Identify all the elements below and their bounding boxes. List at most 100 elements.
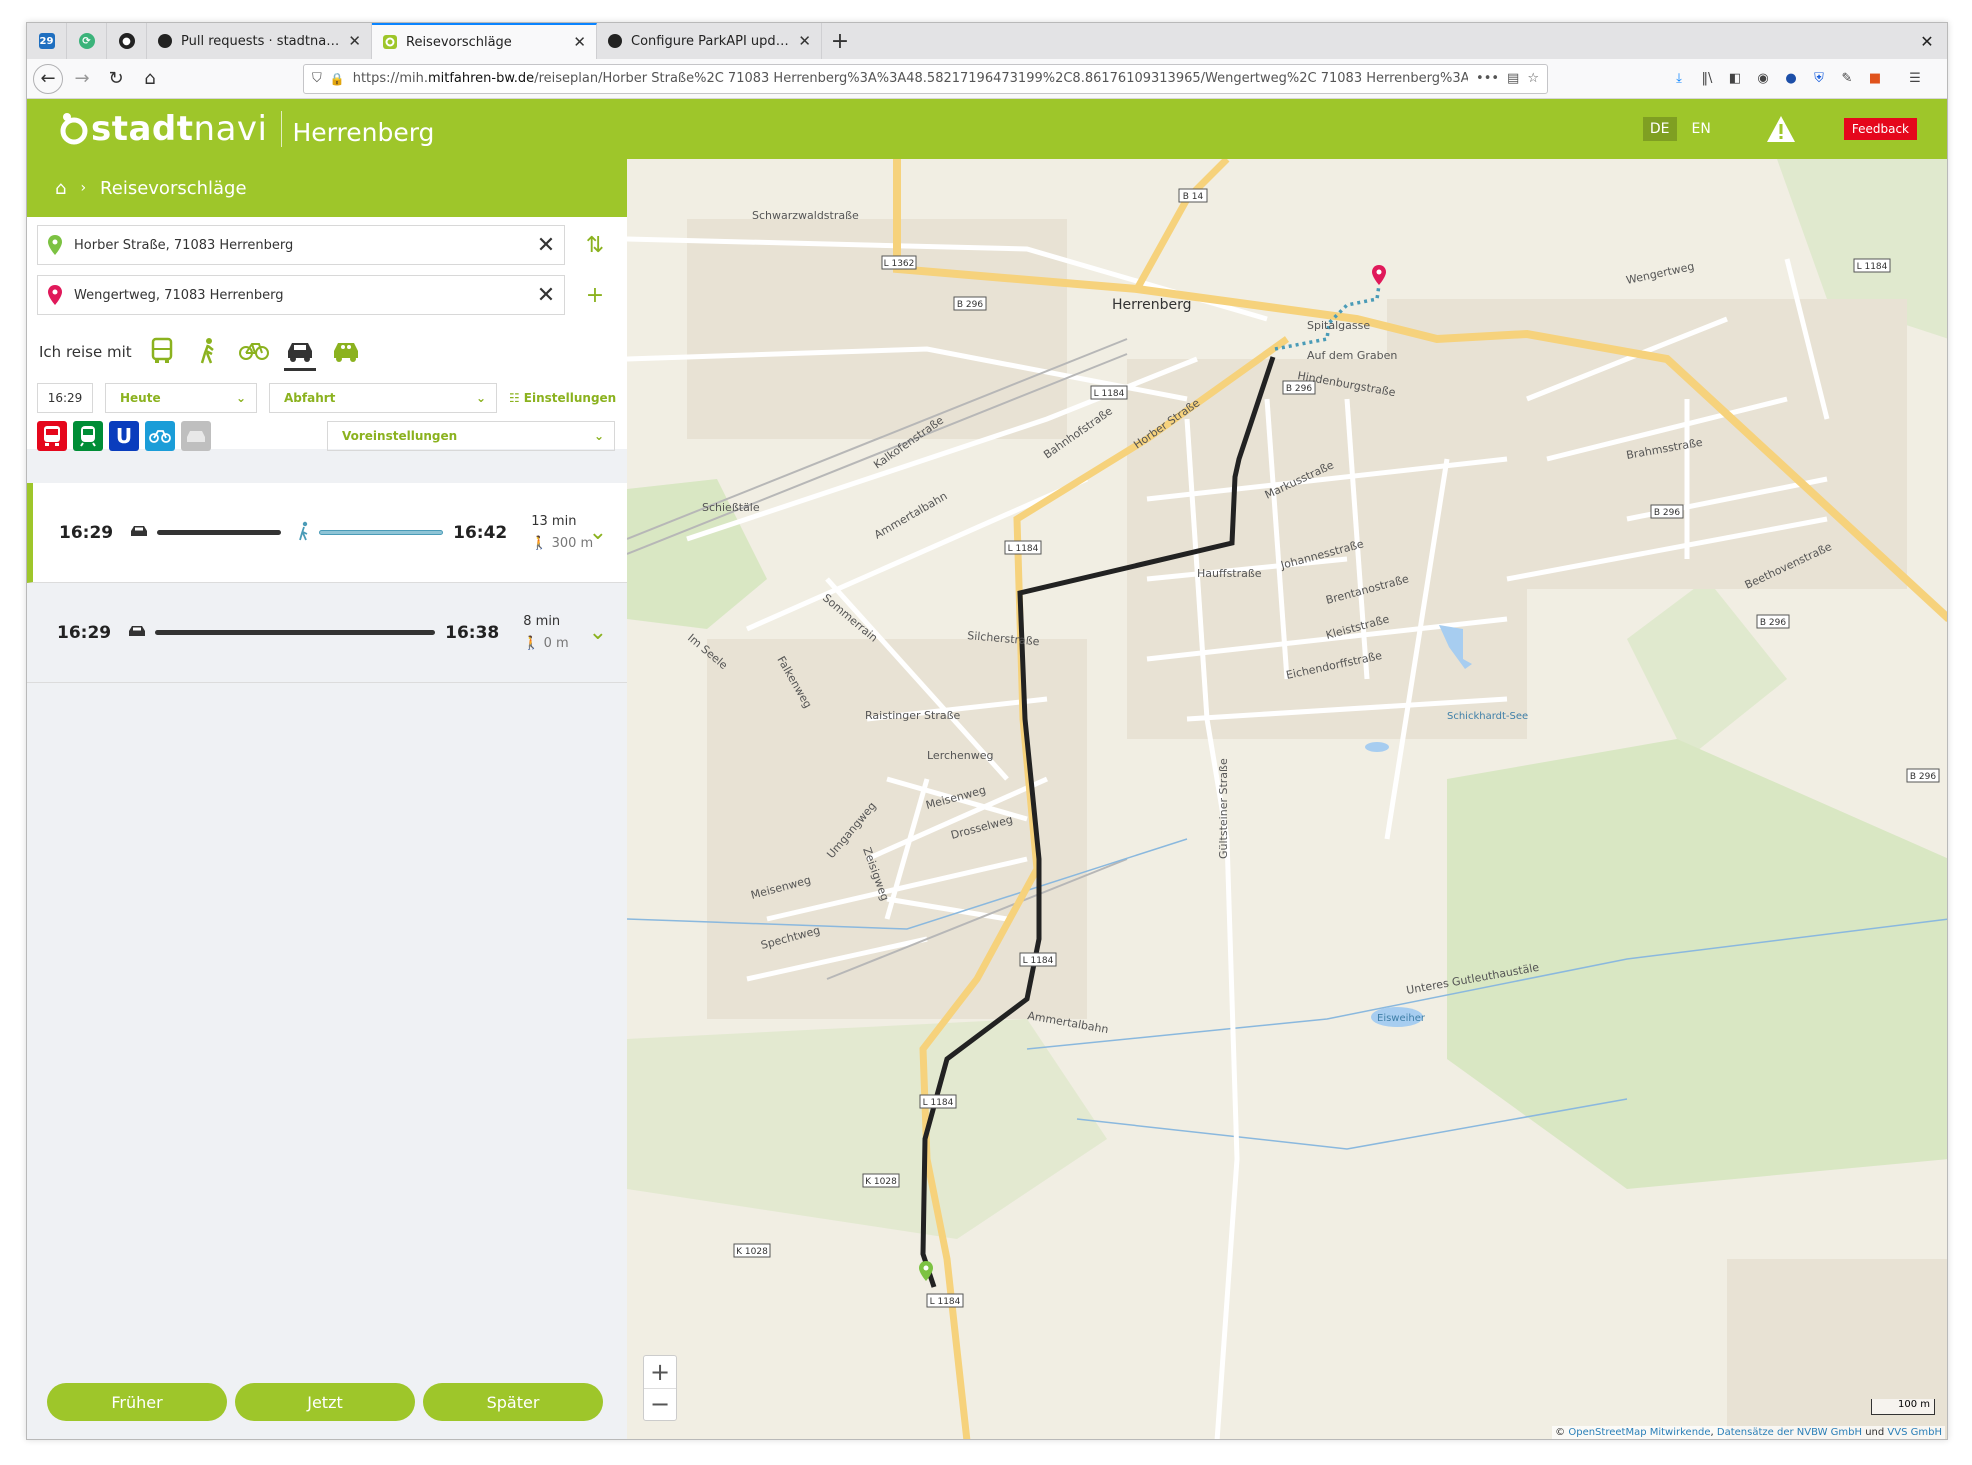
stadtnavi-logo[interactable]: stadtnavi Herrenberg — [57, 109, 434, 149]
expand-chevron-icon[interactable]: ⌄ — [589, 620, 607, 645]
reader-mode-icon[interactable]: ▤ — [1507, 71, 1519, 86]
day-select[interactable]: Heute ⌄ — [105, 383, 257, 413]
zoom-controls: + − — [643, 1355, 677, 1421]
label-schickhardtsee: Schickhardt-See — [1447, 711, 1528, 722]
travel-modes: Ich reise mit — [39, 337, 362, 371]
address-bar[interactable]: ⛉ 🔒 https://mih.mitfahren-bw.de/reisepla… — [303, 63, 1548, 94]
bus-mode-toggle[interactable] — [37, 421, 67, 451]
mode-walk[interactable] — [192, 337, 224, 371]
download-icon[interactable]: ⤓ — [1670, 70, 1688, 88]
url-text[interactable]: https://mih.mitfahren-bw.de/reiseplan/Ho… — [353, 71, 1468, 86]
bitwarden-icon[interactable]: ⛨ — [1810, 70, 1828, 88]
origin-value[interactable]: Horber Straße, 71083 Herrenberg — [74, 238, 516, 253]
library-icon[interactable]: ‖\ — [1698, 70, 1716, 88]
tab-configure-parkapi[interactable]: Configure ParkAPI updater ✕ — [597, 23, 822, 59]
settings-button[interactable]: ☷ Einstellungen — [509, 391, 616, 405]
departure-select[interactable]: Abfahrt ⌄ — [269, 383, 497, 413]
add-via-icon[interactable]: + — [577, 277, 613, 313]
bus-icon — [151, 337, 172, 363]
shield-b296: B 296 — [957, 300, 983, 310]
label-aufdemgraben: Auf dem Graben — [1307, 349, 1397, 362]
account-icon[interactable]: ◉ — [1754, 70, 1772, 88]
tab-bar: 29 ⟳ ● Pull requests · stadtnavi/dig ✕ R… — [27, 23, 1947, 59]
subway-mode-toggle[interactable]: U — [109, 421, 139, 451]
later-button[interactable]: Später — [423, 1383, 603, 1421]
origin-field[interactable]: Horber Straße, 71083 Herrenberg ✕ — [37, 225, 565, 265]
extension-orange-icon[interactable]: ■ — [1866, 70, 1884, 88]
close-tab-icon[interactable]: ✕ — [573, 33, 586, 51]
forward-button[interactable]: → — [67, 64, 97, 94]
train-icon — [80, 426, 96, 447]
home-button[interactable]: ⌂ — [135, 64, 165, 94]
warning-icon[interactable] — [1766, 115, 1796, 143]
destination-field[interactable]: Wengertweg, 71083 Herrenberg ✕ — [37, 275, 565, 315]
toolbar-icons: ⤓ ‖\ ◧ ◉ ● ⛨ ✎ ■ ☰ — [1670, 70, 1924, 88]
walk-icon: 🚶 — [531, 535, 548, 551]
home-icon[interactable]: ⌂ — [55, 178, 66, 199]
bookmark-star-icon[interactable]: ☆ — [1527, 71, 1539, 86]
time-input[interactable]: 16:29 — [37, 383, 93, 413]
feedback-button[interactable]: Feedback — [1843, 118, 1917, 140]
pinned-tab-app[interactable]: ⟳ — [67, 23, 107, 59]
destination-marker-icon[interactable] — [1372, 265, 1386, 285]
bikeshare-mode-toggle[interactable] — [145, 421, 175, 451]
duration: 8 min — [523, 613, 561, 629]
itinerary-summary[interactable]: 16:29 16:38 8 min 🚶 0 m ⌄ — [27, 583, 627, 683]
menu-icon[interactable]: ☰ — [1906, 70, 1924, 88]
chevron-right-icon: › — [80, 180, 87, 196]
tab-reisevorschlaege[interactable]: Reisevorschläge ✕ — [372, 23, 597, 59]
reload-button[interactable]: ↻ — [101, 64, 131, 94]
carsharing-mode-toggle[interactable] — [181, 421, 211, 451]
zoom-out-button[interactable]: − — [644, 1387, 676, 1421]
map-attribution: © OpenStreetMap Mitwirkende, Datensätze … — [1552, 1426, 1945, 1439]
tab-pull-requests[interactable]: Pull requests · stadtnavi/dig ✕ — [147, 23, 372, 59]
window-close-button[interactable]: ✕ — [1907, 23, 1947, 59]
map[interactable]: B 296 B 14 L 1362 L 1184 L 1184 L 1184 L… — [627, 159, 1948, 1440]
now-button[interactable]: Jetzt — [235, 1383, 415, 1421]
arrival-time: 16:38 — [445, 622, 500, 643]
extension-blue-icon[interactable]: ● — [1782, 70, 1800, 88]
destination-value[interactable]: Wengertweg, 71083 Herrenberg — [74, 288, 516, 303]
clear-destination-icon[interactable]: ✕ — [528, 283, 564, 308]
walk-leg-bar — [319, 530, 444, 535]
car-icon — [129, 523, 149, 542]
sidebar-icon[interactable]: ◧ — [1726, 70, 1744, 88]
back-button[interactable]: ← — [33, 63, 63, 94]
walk-icon — [200, 338, 214, 364]
rail-mode-toggle[interactable] — [73, 421, 103, 451]
presets-select[interactable]: Voreinstellungen ⌄ — [327, 421, 615, 451]
breadcrumb: ⌂ › Reisevorschläge — [27, 159, 627, 217]
nvbw-link[interactable]: Datensätze der NVBW GmbH — [1717, 1427, 1862, 1438]
earlier-button[interactable]: Früher — [47, 1383, 227, 1421]
mode-car[interactable] — [283, 337, 316, 371]
close-tab-icon[interactable]: ✕ — [798, 32, 811, 50]
departure-value: Abfahrt — [284, 391, 336, 405]
osm-link[interactable]: OpenStreetMap Mitwirkende — [1568, 1427, 1710, 1438]
itinerary-summary[interactable]: 16:29 16:42 13 min 🚶 300 m ⌄ — [27, 483, 627, 583]
new-tab-button[interactable]: + — [822, 23, 858, 59]
tracking-protection-icon[interactable]: ⛉ — [312, 71, 322, 86]
lock-icon[interactable]: 🔒 — [330, 72, 345, 86]
chevron-down-icon: ⌄ — [593, 429, 604, 443]
extension-feather-icon[interactable]: ✎ — [1838, 70, 1856, 88]
browser-window: 29 ⟳ ● Pull requests · stadtnavi/dig ✕ R… — [26, 22, 1948, 1440]
clear-origin-icon[interactable]: ✕ — [528, 233, 564, 258]
lang-en-button[interactable]: EN — [1685, 117, 1718, 141]
pinned-tab-github[interactable]: ● — [107, 23, 147, 59]
zoom-in-button[interactable]: + — [644, 1356, 676, 1388]
u-bahn-icon: U — [115, 424, 133, 448]
mode-transit[interactable] — [146, 337, 178, 371]
shield-l1362: L 1362 — [884, 259, 915, 269]
mode-carpool[interactable] — [330, 337, 362, 371]
page-actions-icon[interactable]: ••• — [1476, 71, 1499, 86]
lang-de-button[interactable]: DE — [1642, 117, 1677, 141]
map-canvas[interactable]: B 296 B 14 L 1362 L 1184 L 1184 L 1184 L… — [627, 159, 1948, 1440]
origin-pin-icon — [48, 235, 62, 255]
shield-b14: B 14 — [1183, 192, 1204, 202]
pinned-tab-calendar[interactable]: 29 — [27, 23, 67, 59]
mode-bike[interactable] — [238, 337, 270, 371]
vvs-link[interactable]: VVS GmbH — [1887, 1427, 1942, 1438]
expand-chevron-icon[interactable]: ⌄ — [589, 520, 607, 545]
swap-locations-icon[interactable]: ⇅ — [577, 227, 613, 263]
close-tab-icon[interactable]: ✕ — [348, 32, 361, 50]
